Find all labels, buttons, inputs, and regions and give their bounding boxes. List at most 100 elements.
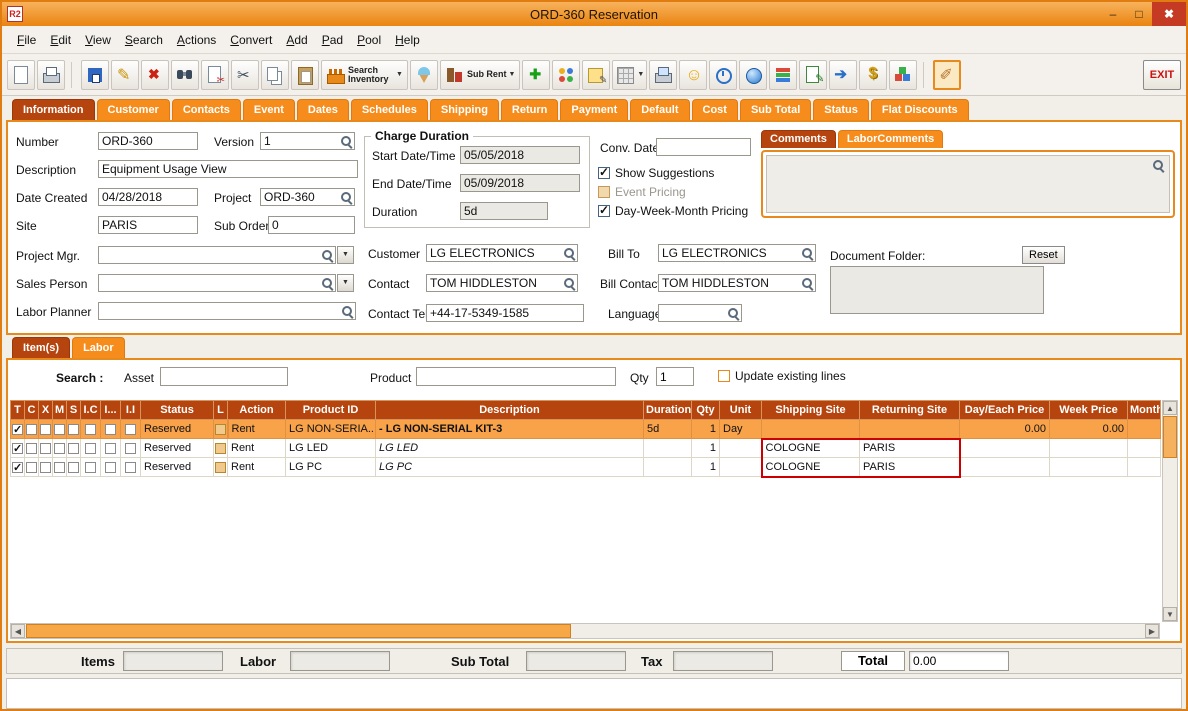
- bill-to-input[interactable]: [658, 244, 816, 262]
- menu-pool[interactable]: Pool: [350, 31, 388, 49]
- contact-input[interactable]: [426, 274, 578, 292]
- tab-sub-total[interactable]: Sub Total: [739, 99, 812, 120]
- column-header-m[interactable]: M: [52, 400, 67, 420]
- search-icon[interactable]: [1152, 159, 1165, 172]
- update-existing-lines-checkbox[interactable]: Update existing lines: [718, 369, 846, 383]
- horizontal-scroll-thumb[interactable]: [26, 624, 571, 638]
- menu-actions[interactable]: Actions: [170, 31, 223, 49]
- chevron-down-icon[interactable]: ▼: [508, 71, 515, 78]
- print-setup-icon[interactable]: [649, 59, 678, 90]
- total-field[interactable]: 0.00: [909, 651, 1009, 671]
- row-checkbox[interactable]: [85, 442, 96, 454]
- new-icon[interactable]: [7, 59, 35, 90]
- vertical-scroll-thumb[interactable]: [1163, 416, 1177, 458]
- customer-input[interactable]: [426, 244, 578, 262]
- row-checkbox[interactable]: [26, 461, 37, 473]
- menu-edit[interactable]: Edit: [43, 31, 78, 49]
- tab-contacts[interactable]: Contacts: [171, 99, 241, 120]
- tab-labor[interactable]: Labor: [72, 337, 125, 358]
- start-date-input[interactable]: [460, 146, 580, 164]
- labor-total-field[interactable]: [290, 651, 390, 671]
- row-checkbox[interactable]: [40, 442, 51, 454]
- save-icon[interactable]: [81, 59, 109, 90]
- copy-icon[interactable]: [261, 59, 289, 90]
- tab-customer[interactable]: Customer: [96, 99, 170, 120]
- checkbox-show-suggestions[interactable]: Show Suggestions: [598, 165, 748, 180]
- search-icon[interactable]: [801, 277, 814, 290]
- asset-search-input[interactable]: [160, 367, 288, 386]
- tab-cost[interactable]: Cost: [691, 99, 738, 120]
- column-header-description[interactable]: Description: [375, 400, 644, 420]
- catalog-icon[interactable]: [769, 59, 798, 90]
- search-icon[interactable]: [340, 135, 353, 148]
- project-mgr-input[interactable]: [98, 246, 336, 264]
- bill-contact-input[interactable]: [658, 274, 816, 292]
- column-header-qty[interactable]: Qty: [691, 400, 720, 420]
- checkbox-event-pricing[interactable]: Event Pricing: [598, 185, 748, 199]
- row-checkbox[interactable]: [54, 423, 65, 435]
- scroll-left-icon[interactable]: ◀: [11, 624, 25, 638]
- row-checkbox[interactable]: [85, 461, 96, 473]
- cubes-icon[interactable]: [889, 59, 918, 90]
- column-header-c[interactable]: C: [24, 400, 39, 420]
- column-header-x[interactable]: X: [38, 400, 53, 420]
- edit-notes-icon[interactable]: [799, 59, 828, 90]
- chevron-down-icon[interactable]: ▼: [337, 274, 354, 292]
- row-checkbox[interactable]: [105, 442, 116, 454]
- end-date-input[interactable]: [460, 174, 580, 192]
- row-checkbox[interactable]: [54, 442, 65, 454]
- row-checkbox[interactable]: [68, 461, 79, 473]
- cut-icon[interactable]: [231, 59, 259, 90]
- tab-default[interactable]: Default: [630, 99, 690, 120]
- product-search-input[interactable]: [416, 367, 616, 386]
- minimize-button[interactable]: –: [1100, 2, 1126, 26]
- scroll-right-icon[interactable]: ▶: [1145, 624, 1159, 638]
- world-icon[interactable]: [739, 59, 768, 90]
- column-header-action[interactable]: Action: [227, 400, 286, 420]
- row-checkbox[interactable]: [26, 442, 37, 454]
- reset-button[interactable]: Reset: [1022, 246, 1065, 264]
- column-header-duration[interactable]: Duration: [643, 400, 692, 420]
- sub-orders-input[interactable]: [268, 216, 355, 234]
- tab-shipping[interactable]: Shipping: [429, 99, 499, 120]
- qty-input[interactable]: [656, 367, 694, 386]
- vertical-scrollbar[interactable]: ▲ ▼: [1162, 400, 1178, 622]
- conv-date-input[interactable]: [656, 138, 751, 156]
- paste-icon[interactable]: [291, 59, 319, 90]
- column-header-week-price[interactable]: Week Price: [1049, 400, 1128, 420]
- contact-tel-input[interactable]: [426, 304, 584, 322]
- column-header-returning-site[interactable]: Returning Site: [859, 400, 960, 420]
- row-checkbox[interactable]: [40, 423, 51, 435]
- search-icon[interactable]: [563, 277, 576, 290]
- column-header-i-c[interactable]: I.C: [80, 400, 101, 420]
- table-row[interactable]: Reserved RentLG NON-SERIA...- LG NON-SERI…: [10, 419, 1161, 439]
- row-checkbox[interactable]: [12, 423, 23, 436]
- tab-payment[interactable]: Payment: [560, 99, 629, 120]
- search-icon[interactable]: [321, 277, 334, 290]
- convert-icon[interactable]: [829, 59, 858, 90]
- menu-pad[interactable]: Pad: [315, 31, 350, 49]
- items-total-field[interactable]: [123, 651, 223, 671]
- search-icon[interactable]: [341, 305, 354, 318]
- edit-icon[interactable]: [111, 59, 139, 90]
- cut-row-icon[interactable]: [201, 59, 229, 90]
- search-icon[interactable]: [321, 249, 334, 262]
- tab-dates[interactable]: Dates: [296, 99, 349, 120]
- chevron-down-icon[interactable]: ▼: [396, 71, 403, 78]
- search-icon[interactable]: [727, 307, 740, 320]
- tab-event[interactable]: Event: [242, 99, 295, 120]
- horizontal-scrollbar[interactable]: ◀ ▶: [10, 623, 1160, 639]
- cone-icon[interactable]: [409, 59, 438, 90]
- scroll-down-icon[interactable]: ▼: [1163, 607, 1177, 621]
- menu-file[interactable]: File: [10, 31, 43, 49]
- tab-laborcomments[interactable]: LaborComments: [837, 130, 944, 148]
- column-header-status[interactable]: Status: [140, 400, 214, 420]
- labor-planner-input[interactable]: [98, 302, 356, 320]
- exit-button[interactable]: EXIT: [1143, 59, 1181, 90]
- description-input[interactable]: [98, 160, 358, 178]
- column-header-unit[interactable]: Unit: [719, 400, 762, 420]
- row-checkbox[interactable]: [68, 423, 79, 435]
- history-icon[interactable]: [709, 59, 738, 90]
- row-checkbox[interactable]: [85, 423, 96, 435]
- menu-help[interactable]: Help: [388, 31, 427, 49]
